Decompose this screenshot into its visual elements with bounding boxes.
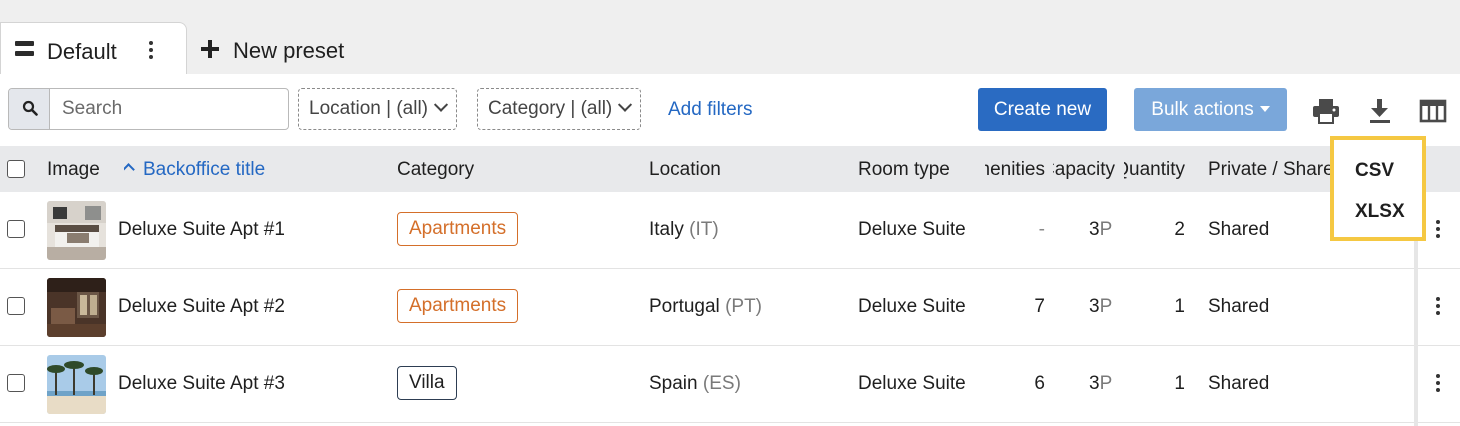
- tab-default[interactable]: Default: [0, 22, 187, 76]
- row-private-shared: Shared: [1208, 219, 1270, 240]
- row-options-icon[interactable]: [1432, 220, 1444, 240]
- new-preset-label: New preset: [233, 38, 345, 63]
- row-capacity-unit: P: [1099, 373, 1113, 394]
- row-country: Portugal: [649, 296, 720, 317]
- location-filter[interactable]: Location | (all): [298, 88, 457, 130]
- row-quantity: 1: [1174, 373, 1185, 394]
- select-all-checkbox[interactable]: [7, 160, 25, 178]
- row-options-icon[interactable]: [1432, 374, 1444, 394]
- search-input[interactable]: [50, 89, 288, 129]
- column-quantity[interactable]: Quantity: [1124, 159, 1185, 181]
- tab-default-label: Default: [47, 39, 117, 64]
- dropdown-edge: [1414, 240, 1418, 426]
- table-row[interactable]: Deluxe Suite Apt #3 Villa Spain (ES) Del…: [0, 346, 1460, 423]
- row-private-shared: Shared: [1208, 296, 1270, 317]
- toolbar: Location | (all) Category | (all) Add fi…: [0, 74, 1460, 146]
- row-room-type: Deluxe Suite: [858, 296, 966, 317]
- row-capacity-value: 3: [1089, 296, 1100, 317]
- row-capacity-value: 3: [1089, 373, 1100, 394]
- row-capacity-unit: P: [1099, 219, 1113, 240]
- table-row[interactable]: Deluxe Suite Apt #2 Apartments Portugal …: [0, 269, 1460, 346]
- row-location: Italy (IT): [649, 219, 719, 241]
- column-private-shared[interactable]: Private / Shared: [1208, 159, 1330, 181]
- list-icon: [15, 41, 34, 56]
- column-title-label: Backoffice title: [143, 159, 266, 180]
- bulk-actions-button[interactable]: Bulk actions: [1134, 88, 1287, 131]
- row-title: Deluxe Suite Apt #2: [118, 296, 285, 317]
- row-country-code: (PT): [725, 296, 762, 317]
- category-badge: Apartments: [397, 289, 519, 323]
- chevron-down-icon: [433, 97, 449, 112]
- column-room-type[interactable]: Room type: [858, 159, 950, 181]
- row-title: Deluxe Suite Apt #1: [118, 219, 285, 240]
- column-category[interactable]: Category: [397, 159, 474, 181]
- main-panel: Location | (all) Category | (all) Add fi…: [0, 74, 1460, 426]
- row-country: Italy: [649, 219, 684, 240]
- export-xlsx-option[interactable]: XLSX: [1355, 201, 1405, 223]
- export-csv-option[interactable]: CSV: [1355, 160, 1394, 182]
- room-thumbnail: [47, 278, 106, 337]
- category-filter-label: Category | (all): [488, 98, 613, 119]
- row-room-type: Deluxe Suite: [858, 373, 966, 394]
- row-quantity: 2: [1174, 219, 1185, 240]
- row-capacity: 3P: [1089, 296, 1112, 318]
- column-location[interactable]: Location: [649, 159, 721, 181]
- category-badge: Villa: [397, 366, 457, 400]
- row-country-code: (IT): [689, 219, 719, 240]
- column-capacity[interactable]: Capacity: [1053, 159, 1115, 181]
- row-capacity: 3P: [1089, 373, 1112, 395]
- row-amenities: 6: [1034, 373, 1045, 394]
- plus-icon: [201, 40, 219, 58]
- location-filter-label: Location | (all): [309, 98, 428, 119]
- category-badge: Apartments: [397, 212, 519, 246]
- download-icon[interactable]: [1366, 98, 1394, 124]
- export-dropdown: CSV XLSX: [1330, 136, 1426, 241]
- row-location: Spain (ES): [649, 373, 741, 395]
- tab-options-icon[interactable]: [143, 41, 159, 61]
- row-capacity-unit: P: [1099, 296, 1113, 317]
- row-title: Deluxe Suite Apt #3: [118, 373, 285, 394]
- create-new-label: Create new: [993, 98, 1092, 120]
- print-icon[interactable]: [1312, 98, 1340, 124]
- row-amenities: 7: [1034, 296, 1045, 317]
- column-amenities[interactable]: Amenities: [985, 159, 1045, 181]
- row-location: Portugal (PT): [649, 296, 762, 318]
- table-row[interactable]: Deluxe Suite Apt #1 Apartments Italy (IT…: [0, 192, 1460, 269]
- row-options-icon[interactable]: [1432, 297, 1444, 317]
- search-icon: [22, 100, 38, 116]
- preset-tabs: Default New preset: [0, 0, 1460, 76]
- row-checkbox[interactable]: [7, 374, 25, 392]
- table-header: Image Backoffice title Category Location…: [0, 146, 1460, 192]
- sort-asc-icon: [124, 163, 135, 176]
- row-checkbox[interactable]: [7, 220, 25, 238]
- columns-icon[interactable]: [1419, 98, 1447, 124]
- row-quantity: 1: [1174, 296, 1185, 317]
- bulk-actions-label: Bulk actions: [1151, 98, 1254, 120]
- row-private-shared: Shared: [1208, 373, 1270, 394]
- row-checkbox[interactable]: [7, 297, 25, 315]
- row-capacity: 3P: [1089, 219, 1112, 241]
- category-filter[interactable]: Category | (all): [477, 88, 642, 130]
- caret-down-icon: [1259, 105, 1270, 112]
- search-button[interactable]: [9, 89, 50, 129]
- row-amenities: -: [1038, 219, 1045, 240]
- row-room-type: Deluxe Suite: [858, 219, 966, 240]
- column-image: Image: [47, 159, 100, 180]
- chevron-down-icon: [618, 97, 633, 112]
- row-country-code: (ES): [702, 373, 741, 394]
- room-thumbnail: [47, 355, 106, 414]
- row-country: Spain: [649, 373, 698, 394]
- room-thumbnail: [47, 201, 106, 260]
- add-filters-link[interactable]: Add filters: [668, 99, 752, 121]
- column-title-sorted[interactable]: Backoffice title: [124, 159, 265, 181]
- row-capacity-value: 3: [1089, 219, 1100, 240]
- search-box: [8, 88, 289, 130]
- create-new-button[interactable]: Create new: [978, 88, 1107, 131]
